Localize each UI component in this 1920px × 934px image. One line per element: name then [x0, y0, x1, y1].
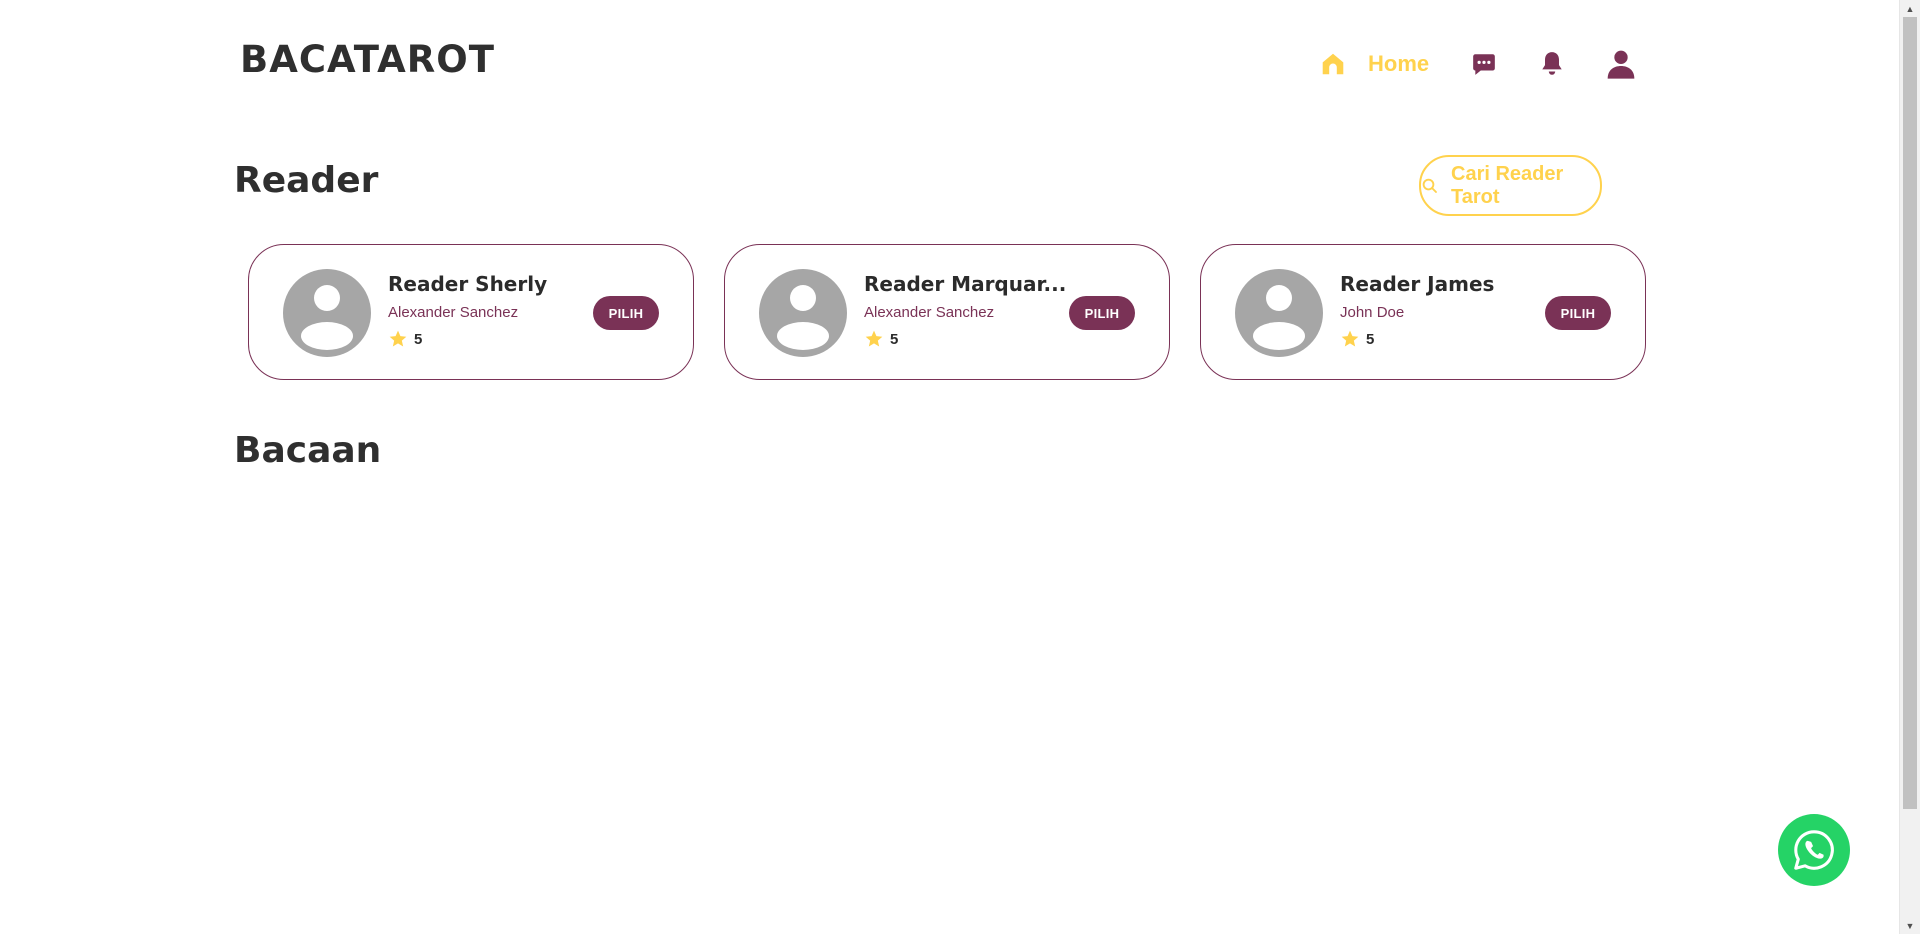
reader-rating: 5 [864, 329, 1066, 349]
reader-card: Reader James John Doe 5 PILIH [1200, 244, 1646, 380]
reader-section-title: Reader [234, 160, 379, 201]
reader-info: Reader James John Doe 5 [1340, 272, 1494, 349]
scroll-up-arrow-icon[interactable]: ▲ [1900, 0, 1920, 17]
search-reader-label: Cari Reader Tarot [1451, 162, 1564, 208]
scroll-down-arrow-icon[interactable]: ▼ [1900, 917, 1920, 934]
nav-home-label: Home [1368, 51, 1430, 76]
top-nav: Home [1320, 46, 1637, 82]
brand-logo[interactable]: BACATAROT [240, 38, 495, 81]
whatsapp-icon [1791, 827, 1837, 873]
home-icon [1320, 51, 1346, 77]
reader-card-list: Reader Sherly Alexander Sanchez 5 PILIH [248, 244, 1646, 380]
reader-subtitle: Alexander Sanchez [864, 304, 995, 321]
rating-value: 5 [414, 330, 423, 348]
reader-card: Reader Marquar... Alexander Sanchez 5 PI… [724, 244, 1170, 380]
search-icon [1421, 177, 1439, 195]
reader-info: Reader Sherly Alexander Sanchez 5 [388, 272, 547, 349]
reader-subtitle: Alexander Sanchez [388, 304, 519, 321]
avatar [1235, 269, 1323, 357]
rating-value: 5 [890, 330, 899, 348]
reader-rating: 5 [388, 329, 547, 349]
star-icon [1340, 329, 1360, 349]
bacaan-section-title: Bacaan [234, 430, 382, 471]
search-reader-button[interactable]: Cari Reader Tarot [1419, 155, 1602, 216]
avatar [759, 269, 847, 357]
chat-icon[interactable] [1471, 51, 1497, 77]
rating-value: 5 [1366, 330, 1375, 348]
vertical-scrollbar[interactable]: ▲ ▼ [1899, 0, 1920, 934]
whatsapp-button[interactable] [1778, 814, 1850, 886]
pilih-button[interactable]: PILIH [593, 296, 659, 330]
reader-card: Reader Sherly Alexander Sanchez 5 PILIH [248, 244, 694, 380]
nav-home[interactable]: Home [1320, 51, 1429, 77]
scrollbar-thumb[interactable] [1903, 17, 1917, 809]
bell-icon[interactable] [1539, 50, 1565, 78]
pilih-button[interactable]: PILIH [1545, 296, 1611, 330]
reader-name: Reader James [1340, 272, 1495, 296]
avatar [283, 269, 371, 357]
user-icon[interactable] [1605, 48, 1637, 80]
reader-name: Reader Sherly [388, 272, 548, 296]
star-icon [864, 329, 884, 349]
page: BACATAROT Home Reader Cari Reader Tarot … [0, 0, 1920, 934]
star-icon [388, 329, 408, 349]
reader-name: Reader Marquar... [864, 272, 1067, 296]
reader-info: Reader Marquar... Alexander Sanchez 5 [864, 272, 1066, 349]
reader-rating: 5 [1340, 329, 1494, 349]
pilih-button[interactable]: PILIH [1069, 296, 1135, 330]
reader-subtitle: John Doe [1340, 304, 1405, 321]
